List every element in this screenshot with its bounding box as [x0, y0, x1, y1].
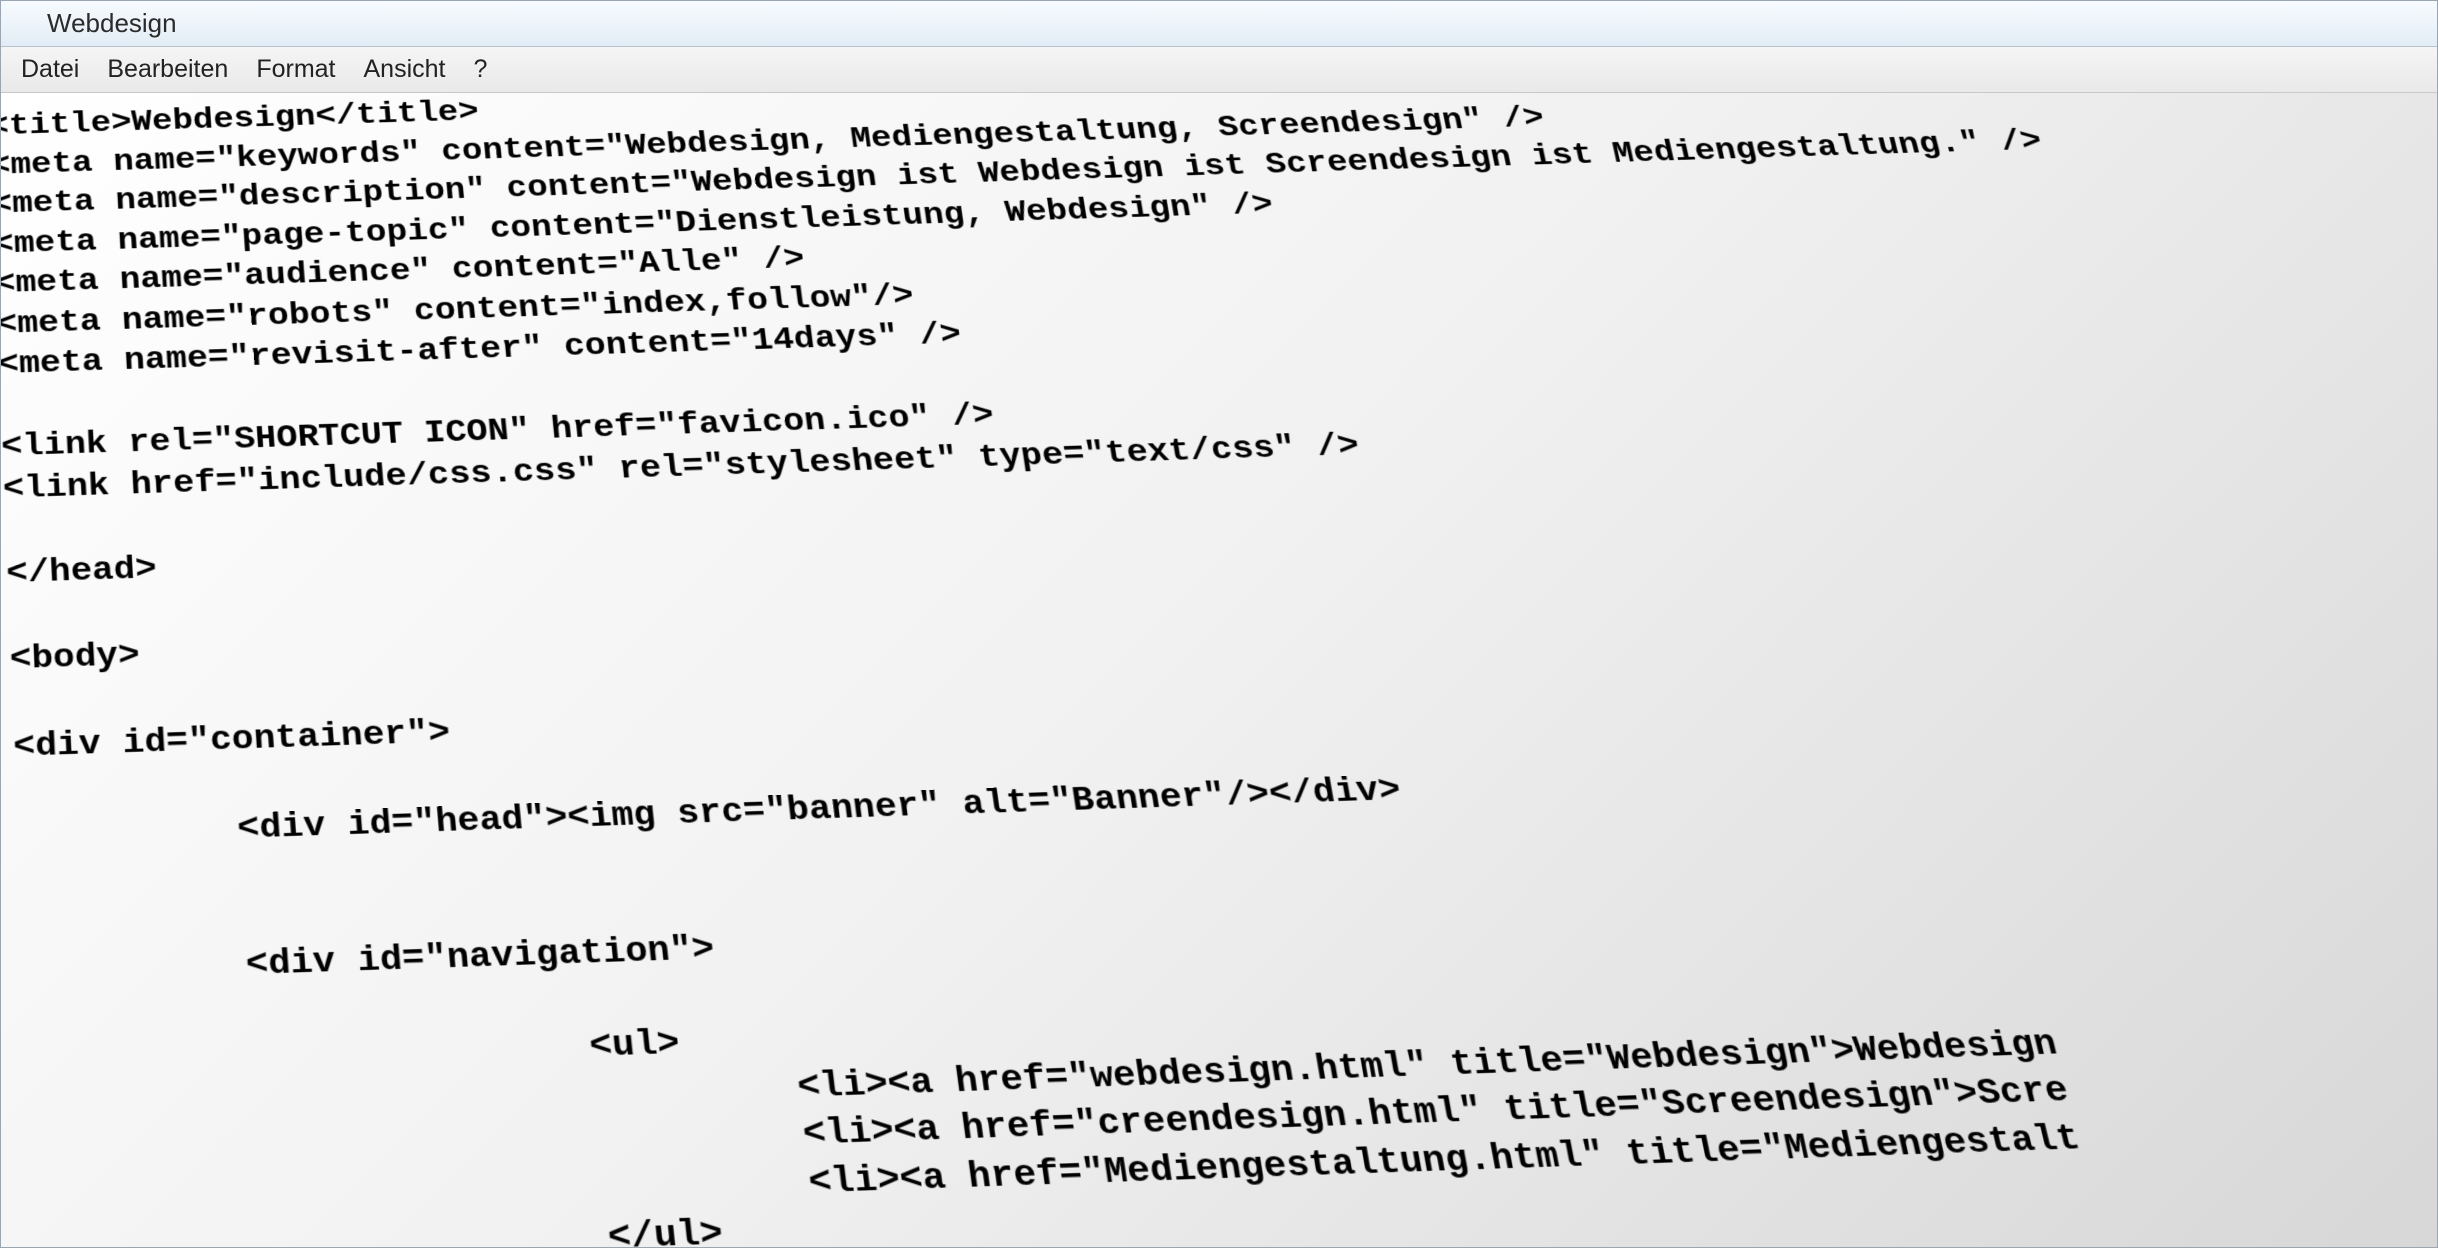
- menu-bearbeiten[interactable]: Bearbeiten: [107, 55, 228, 84]
- menu-datei[interactable]: Datei: [21, 55, 79, 84]
- menu-ansicht[interactable]: Ansicht: [364, 55, 446, 84]
- menubar: Datei Bearbeiten Format Ansicht ?: [1, 47, 2437, 93]
- menu-format[interactable]: Format: [256, 55, 335, 84]
- text-editor-area[interactable]: <title>Webdesign</title> <meta name="key…: [1, 93, 2437, 1247]
- editor-window: Webdesign Datei Bearbeiten Format Ansich…: [0, 0, 2438, 1248]
- menu-help[interactable]: ?: [473, 55, 487, 84]
- window-title: Webdesign: [47, 8, 177, 39]
- titlebar: Webdesign: [1, 1, 2437, 47]
- source-code[interactable]: <title>Webdesign</title> <meta name="key…: [1, 93, 2437, 1247]
